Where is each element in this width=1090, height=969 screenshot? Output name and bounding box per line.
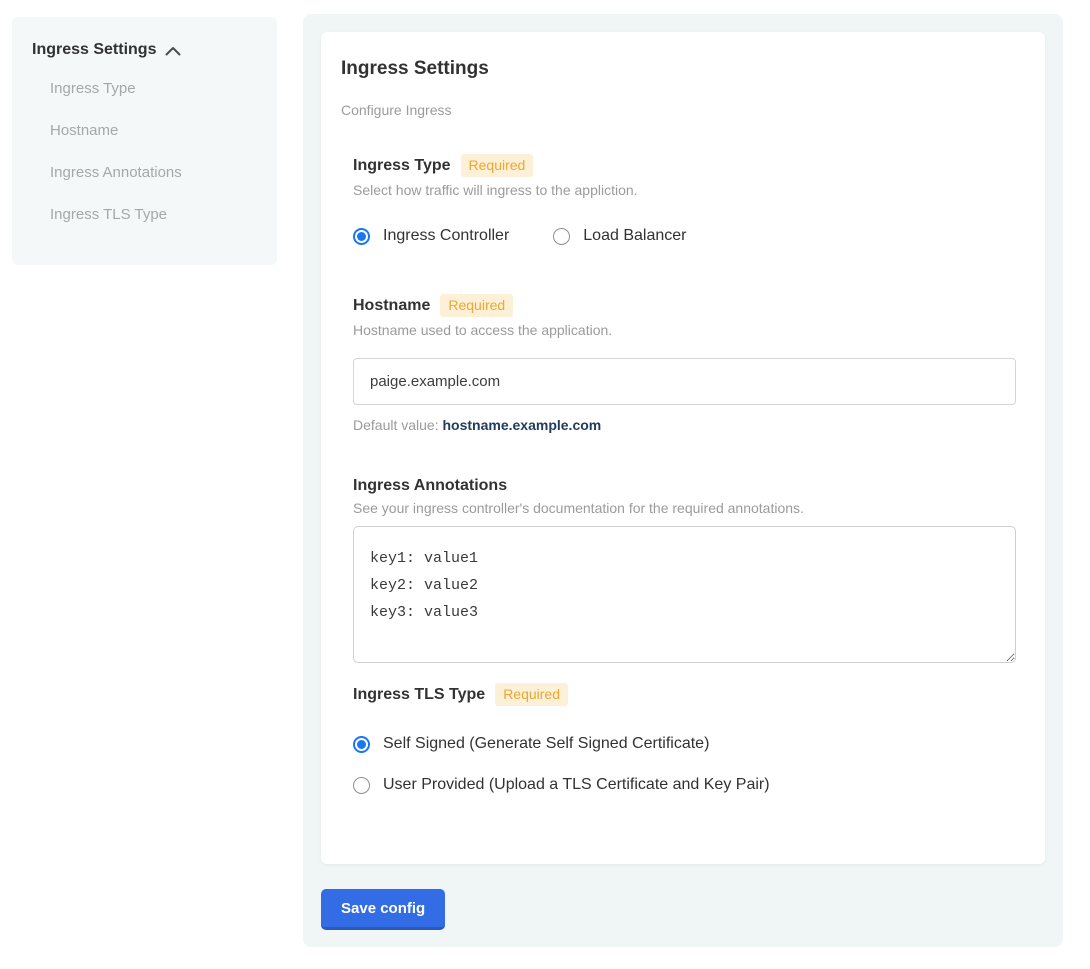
sidebar-item-ingress-type[interactable]: Ingress Type (50, 79, 257, 99)
hostname-input[interactable] (353, 358, 1016, 405)
chevron-up-icon (165, 46, 181, 56)
section-ingress-type: Ingress Type Required Select how traffic… (353, 154, 1025, 246)
sidebar-item-hostname[interactable]: Hostname (50, 121, 257, 141)
section-help-text: Select how traffic will ingress to the a… (353, 182, 1025, 198)
section-heading: Ingress TLS Type (353, 686, 485, 704)
radio-icon[interactable] (553, 228, 570, 245)
section-ingress-annotations: Ingress Annotations See your ingress con… (353, 477, 1025, 663)
radio-icon[interactable] (353, 777, 370, 794)
page-subtitle: Configure Ingress (341, 102, 1025, 118)
section-help-text: See your ingress controller's documentat… (353, 500, 1025, 516)
radio-label: User Provided (Upload a TLS Certificate … (383, 775, 770, 795)
section-ingress-tls-type: Ingress TLS Type Required Self Signed (G… (353, 683, 1025, 795)
page-title: Ingress Settings (341, 58, 1025, 80)
radio-option-load-balancer[interactable]: Load Balancer (553, 226, 686, 246)
ingress-type-radio-group: Ingress Controller Load Balancer (353, 226, 1025, 246)
default-value-text: hostname.example.com (443, 417, 602, 433)
section-hostname: Hostname Required Hostname used to acces… (353, 294, 1025, 433)
required-badge: Required (440, 294, 513, 317)
section-heading: Ingress Type (353, 157, 451, 175)
section-help-text: Hostname used to access the application. (353, 322, 1025, 338)
config-card: Ingress Settings Configure Ingress Ingre… (321, 32, 1045, 864)
section-heading: Hostname (353, 297, 430, 315)
radio-option-user-provided[interactable]: User Provided (Upload a TLS Certificate … (353, 775, 1025, 795)
radio-icon[interactable] (353, 736, 370, 753)
radio-option-ingress-controller[interactable]: Ingress Controller (353, 226, 509, 246)
sidebar-item-ingress-tls-type[interactable]: Ingress TLS Type (50, 205, 257, 225)
default-value-label: Default value: (353, 417, 443, 433)
radio-option-self-signed[interactable]: Self Signed (Generate Self Signed Certif… (353, 734, 1025, 754)
sidebar-group-label: Ingress Settings (32, 41, 156, 59)
save-config-button[interactable]: Save config (321, 889, 445, 930)
sidebar-item-ingress-annotations[interactable]: Ingress Annotations (50, 163, 257, 183)
required-badge: Required (461, 154, 534, 177)
config-panel: Ingress Settings Configure Ingress Ingre… (303, 14, 1063, 947)
radio-label: Ingress Controller (383, 226, 509, 246)
sidebar-item-list: Ingress Type Hostname Ingress Annotation… (50, 79, 257, 225)
ingress-annotations-textarea[interactable]: key1: value1 key2: value2 key3: value3 (353, 526, 1016, 663)
radio-label: Load Balancer (583, 226, 686, 246)
config-nav-sidebar: Ingress Settings Ingress Type Hostname I… (12, 17, 277, 265)
required-badge: Required (495, 683, 568, 706)
radio-label: Self Signed (Generate Self Signed Certif… (383, 734, 709, 754)
sidebar-group-ingress-settings[interactable]: Ingress Settings (32, 41, 257, 59)
default-value-line: Default value: hostname.example.com (353, 417, 1025, 433)
radio-icon[interactable] (353, 228, 370, 245)
section-heading: Ingress Annotations (353, 477, 507, 495)
tls-type-radio-group: Self Signed (Generate Self Signed Certif… (353, 734, 1025, 795)
